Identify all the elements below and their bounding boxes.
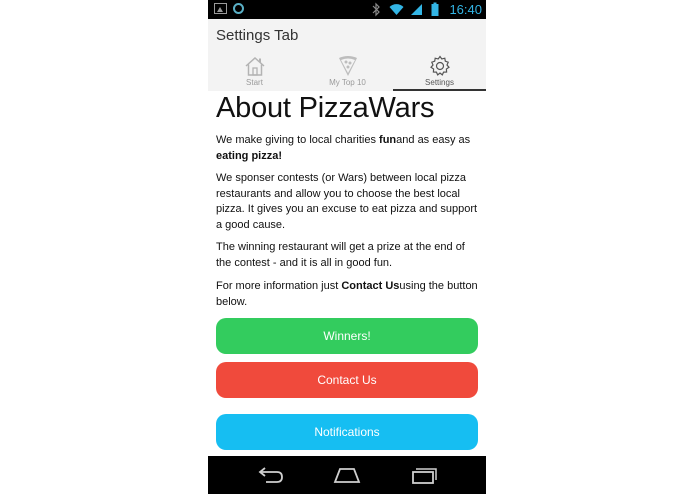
intro-bold-fun: fun	[379, 134, 397, 146]
tab-settings-label: Settings	[425, 78, 454, 87]
tab-settings[interactable]: Settings	[393, 53, 486, 91]
navigation-bar	[208, 456, 486, 494]
tab-bar: Start My Top 10 Settings	[208, 53, 486, 92]
pizza-slice-icon	[338, 56, 357, 76]
status-bar: 16:40	[208, 0, 486, 19]
signal-icon	[411, 4, 423, 15]
tab-start[interactable]: Start	[208, 53, 301, 91]
gear-icon	[429, 55, 450, 76]
tab-my-top-10-label: My Top 10	[329, 78, 366, 87]
contests-paragraph: We sponser contests (or Wars) between lo…	[216, 172, 478, 231]
home-icon	[245, 56, 264, 76]
more-info-text: For more information just	[216, 280, 342, 292]
intro-text: We make giving to local charities	[216, 134, 380, 146]
page-title: About PizzaWars	[216, 92, 435, 124]
wifi-icon	[389, 4, 404, 15]
app-notification-icon	[233, 3, 244, 14]
intro-bold-eating-pizza: eating pizza!	[216, 149, 283, 162]
bluetooth-icon	[372, 2, 380, 17]
intro-text-continued: and as easy as	[396, 134, 471, 146]
more-info-paragraph: For more information just Contact Ususin…	[216, 279, 478, 310]
winning-paragraph: The winning restaurant will get a prize …	[216, 241, 465, 269]
notifications-button[interactable]: Notifications	[216, 414, 478, 450]
more-info-bold-contact-us: Contact Us	[341, 280, 400, 292]
battery-icon	[431, 2, 439, 16]
app-title: Settings Tab	[216, 27, 299, 44]
home-nav-icon[interactable]	[332, 465, 362, 485]
winners-button[interactable]: Winners!	[216, 318, 478, 354]
phone-screen: 16:40 Settings Tab Start My Top 10 Setti…	[208, 0, 486, 494]
action-bar: Settings Tab	[208, 19, 486, 53]
gallery-notification-icon	[214, 3, 227, 14]
tab-start-label: Start	[246, 78, 263, 87]
back-icon[interactable]	[255, 465, 285, 485]
tab-my-top-10[interactable]: My Top 10	[301, 53, 394, 91]
recent-apps-icon[interactable]	[409, 465, 439, 485]
intro-paragraph: We make giving to local charities funand…	[216, 133, 478, 164]
contact-us-button[interactable]: Contact Us	[216, 362, 478, 398]
about-content: About PizzaWars We make giving to local …	[208, 91, 486, 456]
status-time: 16:40	[449, 2, 482, 17]
